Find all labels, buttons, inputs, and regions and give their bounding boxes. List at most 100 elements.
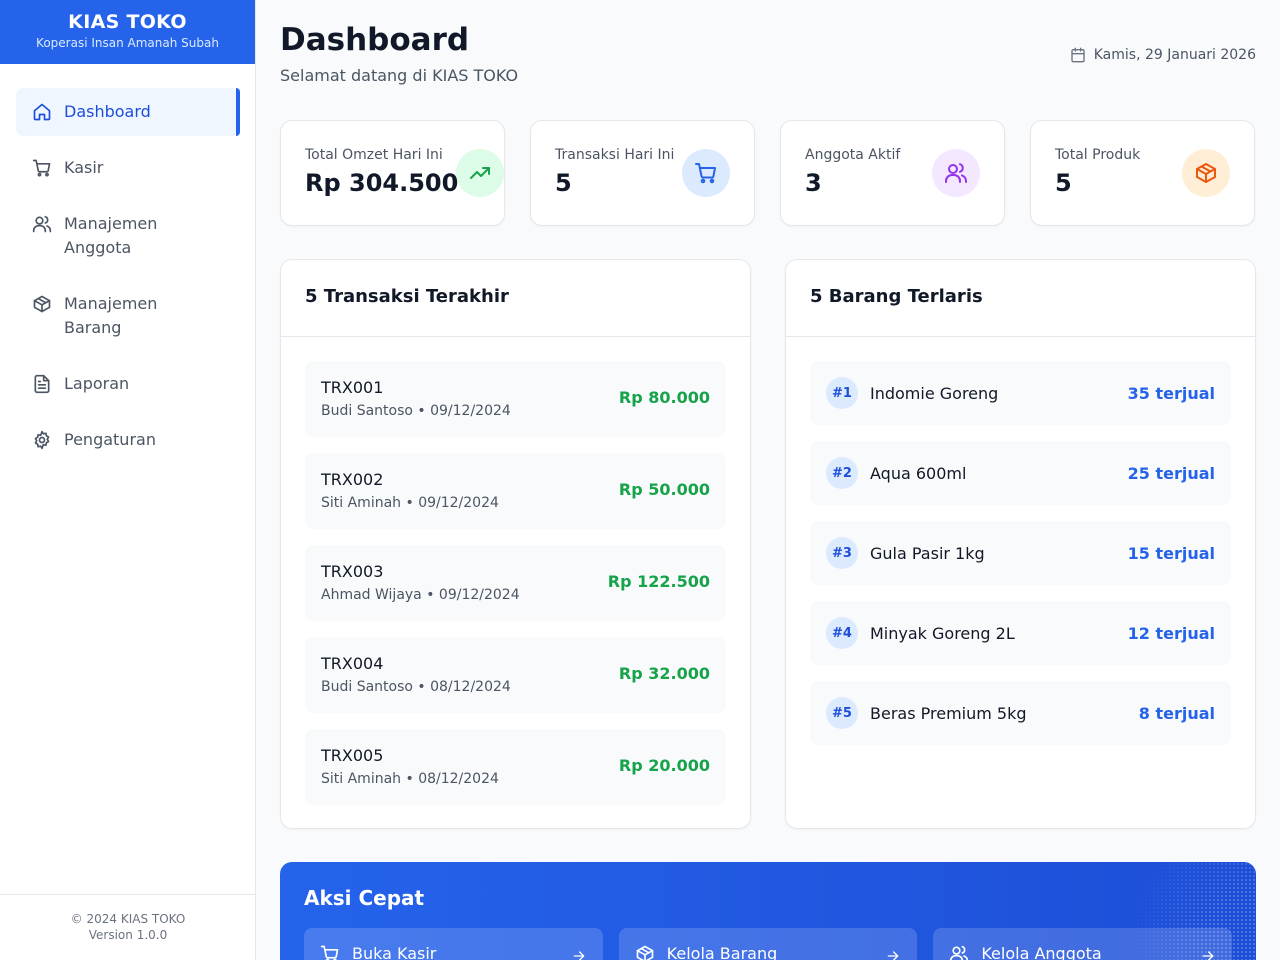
top-product-item[interactable]: #1 Indomie Goreng 35 terjual bbox=[810, 361, 1231, 425]
sidebar-item-dashboard[interactable]: Dashboard bbox=[16, 88, 240, 136]
main-content: Dashboard Selamat datang di KIAS TOKO Ka… bbox=[280, 0, 1256, 960]
stats-row: Total Omzet Hari Ini Rp 304.500 Transaks… bbox=[280, 120, 1256, 226]
sold-count: 15 terjual bbox=[1127, 543, 1215, 563]
date-text: Kamis, 29 Januari 2026 bbox=[1093, 47, 1256, 63]
sidebar-item-laporan[interactable]: Laporan bbox=[16, 360, 239, 408]
gear-icon bbox=[34, 430, 50, 450]
page-subtitle: Selamat datang di KIAS TOKO bbox=[280, 66, 519, 85]
rank-badge: #4 bbox=[826, 617, 858, 649]
sidebar-item-label: Dashboard bbox=[64, 102, 151, 121]
stat-label: Total Omzet Hari Ini bbox=[305, 147, 443, 163]
file-icon bbox=[34, 374, 50, 394]
transaction-item[interactable]: TRX003 Ahmad Wijaya • 09/12/2024 Rp 122.… bbox=[305, 545, 726, 621]
top-product-item[interactable]: #2 Aqua 600ml 25 terjual bbox=[810, 441, 1231, 505]
transaction-id: TRX003 bbox=[321, 562, 384, 581]
panels-row: 5 Transaksi Terakhir TRX001 Budi Santoso… bbox=[280, 259, 1256, 829]
rank-badge: #1 bbox=[826, 377, 858, 409]
stat-card-omzet: Total Omzet Hari Ini Rp 304.500 bbox=[280, 120, 505, 226]
transaction-amount: Rp 32.000 bbox=[618, 664, 710, 683]
top-product-item[interactable]: #5 Beras Premium 5kg 8 terjual bbox=[810, 681, 1231, 745]
product-name: Beras Premium 5kg bbox=[870, 703, 1027, 723]
stat-value: 3 bbox=[805, 169, 822, 197]
transaction-id: TRX004 bbox=[321, 654, 384, 673]
manage-products-button[interactable]: Kelola Barang bbox=[618, 928, 918, 960]
product-name: Gula Pasir 1kg bbox=[870, 543, 985, 563]
sidebar-item-manajemen-barang[interactable]: Manajemen Barang bbox=[16, 280, 239, 352]
stat-value: 5 bbox=[555, 169, 572, 197]
transaction-id: TRX001 bbox=[321, 378, 384, 397]
recent-transactions-panel: 5 Transaksi Terakhir TRX001 Budi Santoso… bbox=[280, 259, 751, 829]
box-icon bbox=[1182, 149, 1230, 197]
cart-icon bbox=[320, 945, 339, 960]
sidebar-item-label: Laporan bbox=[64, 374, 130, 393]
trending-up-icon bbox=[456, 149, 504, 197]
sidebar-item-manajemen-anggota[interactable]: Manajemen Anggota bbox=[16, 200, 239, 272]
transaction-amount: Rp 80.000 bbox=[618, 388, 710, 407]
sold-count: 35 terjual bbox=[1127, 383, 1215, 403]
stat-label: Transaksi Hari Ini bbox=[555, 147, 675, 163]
stat-card-anggota: Anggota Aktif 3 bbox=[780, 120, 1005, 226]
users-icon bbox=[950, 945, 969, 960]
sidebar-item-label: Manajemen Anggota bbox=[64, 214, 158, 257]
sold-count: 12 terjual bbox=[1127, 623, 1215, 643]
transaction-item[interactable]: TRX004 Budi Santoso • 08/12/2024 Rp 32.0… bbox=[305, 637, 726, 713]
sidebar-item-pengaturan[interactable]: Pengaturan bbox=[16, 416, 239, 464]
top-products-panel: 5 Barang Terlaris #1 Indomie Goreng 35 t… bbox=[785, 259, 1256, 829]
product-name: Aqua 600ml bbox=[870, 463, 967, 483]
quick-actions-list: Buka Kasir Kelola Barang Kelola Anggota bbox=[304, 928, 1233, 960]
transaction-amount: Rp 122.500 bbox=[607, 572, 710, 591]
transaction-meta: Ahmad Wijaya • 09/12/2024 bbox=[321, 587, 520, 603]
brand-header: KIAS TOKO Koperasi Insan Amanah Subah bbox=[0, 0, 255, 64]
sold-count: 25 terjual bbox=[1127, 463, 1215, 483]
home-icon bbox=[33, 103, 51, 121]
top-products-list: #1 Indomie Goreng 35 terjual #2 Aqua 600… bbox=[786, 337, 1255, 745]
transaction-meta: Siti Aminah • 09/12/2024 bbox=[321, 495, 499, 511]
page-header: Dashboard Selamat datang di KIAS TOKO Ka… bbox=[280, 0, 1256, 120]
product-name: Indomie Goreng bbox=[870, 383, 999, 403]
users-icon bbox=[32, 215, 52, 233]
transaction-meta: Siti Aminah • 08/12/2024 bbox=[321, 771, 499, 787]
sidebar-item-label: Pengaturan bbox=[64, 430, 156, 449]
cart-icon bbox=[682, 149, 730, 197]
transaction-item[interactable]: TRX001 Budi Santoso • 09/12/2024 Rp 80.0… bbox=[305, 361, 726, 437]
version-text: Version 1.0.0 bbox=[88, 928, 168, 942]
transaction-amount: Rp 20.000 bbox=[618, 756, 710, 775]
transaction-meta: Budi Santoso • 09/12/2024 bbox=[321, 403, 511, 419]
calendar-icon bbox=[1071, 47, 1085, 63]
quick-actions-title: Aksi Cepat bbox=[304, 886, 425, 910]
product-name: Minyak Goreng 2L bbox=[870, 623, 1015, 643]
sold-count: 8 terjual bbox=[1138, 703, 1215, 723]
copyright-text: © 2024 KIAS TOKO bbox=[70, 912, 186, 926]
rank-badge: #3 bbox=[826, 537, 858, 569]
stat-value: Rp 304.500 bbox=[305, 169, 459, 197]
transaction-list: TRX001 Budi Santoso • 09/12/2024 Rp 80.0… bbox=[281, 337, 750, 805]
transaction-item[interactable]: TRX005 Siti Aminah • 08/12/2024 Rp 20.00… bbox=[305, 729, 726, 805]
quick-action-label: Kelola Anggota bbox=[981, 944, 1102, 960]
brand-title: KIAS TOKO bbox=[68, 11, 187, 33]
top-product-item[interactable]: #4 Minyak Goreng 2L 12 terjual bbox=[810, 601, 1231, 665]
manage-members-button[interactable]: Kelola Anggota bbox=[933, 928, 1233, 960]
transaction-amount: Rp 50.000 bbox=[618, 480, 710, 499]
arrow-right-icon bbox=[888, 951, 899, 960]
cart-icon bbox=[32, 159, 51, 177]
open-cashier-button[interactable]: Buka Kasir bbox=[304, 928, 603, 960]
quick-action-label: Buka Kasir bbox=[352, 944, 437, 960]
rank-badge: #5 bbox=[826, 697, 858, 729]
stat-card-produk: Total Produk 5 bbox=[1030, 120, 1255, 226]
quick-action-label: Kelola Barang bbox=[666, 944, 778, 960]
brand-subtitle: Koperasi Insan Amanah Subah bbox=[36, 36, 219, 50]
panel-title: 5 Barang Terlaris bbox=[786, 260, 1255, 337]
box-icon bbox=[33, 295, 51, 313]
transaction-item[interactable]: TRX002 Siti Aminah • 09/12/2024 Rp 50.00… bbox=[305, 453, 726, 529]
sidebar-nav: Dashboard Kasir Manajemen Anggota Manaje… bbox=[0, 64, 255, 464]
box-icon bbox=[636, 945, 654, 960]
sidebar-item-label: Manajemen Barang bbox=[64, 294, 158, 337]
transaction-meta: Budi Santoso • 08/12/2024 bbox=[321, 679, 511, 695]
top-product-item[interactable]: #3 Gula Pasir 1kg 15 terjual bbox=[810, 521, 1231, 585]
page-title: Dashboard bbox=[280, 22, 470, 58]
stat-value: 5 bbox=[1055, 169, 1072, 197]
arrow-right-icon bbox=[1202, 951, 1214, 960]
sidebar-item-kasir[interactable]: Kasir bbox=[16, 144, 239, 192]
transaction-id: TRX002 bbox=[321, 470, 384, 489]
panel-title: 5 Transaksi Terakhir bbox=[281, 260, 750, 337]
